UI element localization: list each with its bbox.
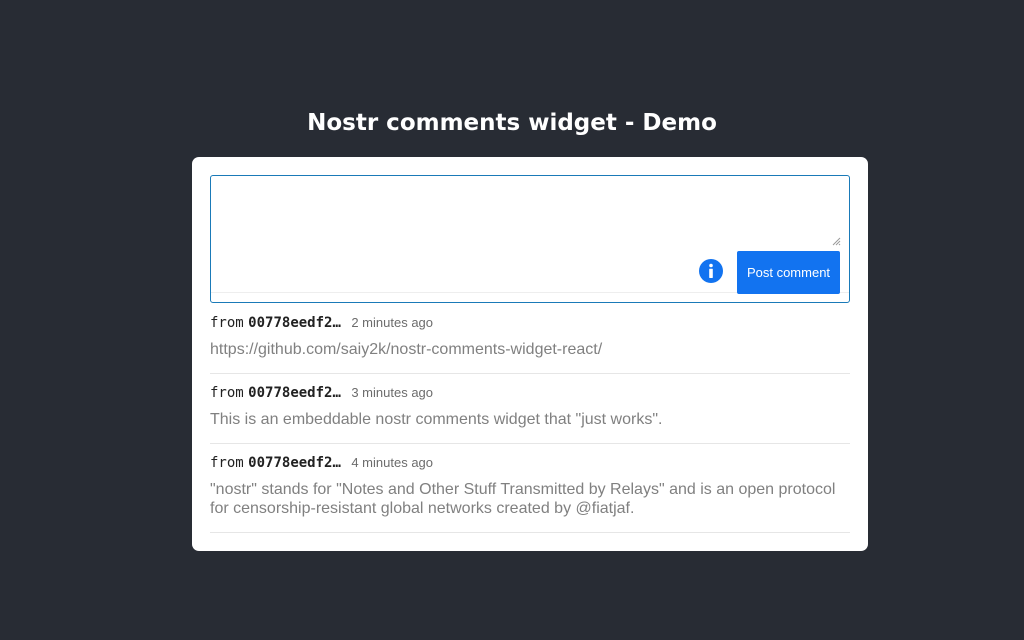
- comment-author[interactable]: 00778eedf2…: [248, 315, 341, 331]
- resize-handle-icon[interactable]: [831, 236, 841, 246]
- comment-composer: Post comment: [210, 175, 850, 303]
- comment-item: from 00778eedf2… 3 minutes ago This is a…: [210, 374, 850, 444]
- comment-timestamp: 3 minutes ago: [351, 385, 434, 400]
- comment-author[interactable]: 00778eedf2…: [248, 455, 341, 471]
- from-label: from: [210, 455, 244, 471]
- from-label: from: [210, 385, 244, 401]
- comment-meta: from 00778eedf2… 3 minutes ago: [210, 384, 433, 404]
- comment-author[interactable]: 00778eedf2…: [248, 385, 341, 401]
- comment-input[interactable]: [211, 176, 849, 248]
- comment-item: from 00778eedf2… 2 minutes ago https://g…: [210, 304, 850, 374]
- page-title: Nostr comments widget - Demo: [307, 110, 717, 136]
- info-circle-icon[interactable]: [699, 259, 723, 283]
- comments-widget-card: Post comment from 00778eedf2… 2 minutes …: [192, 157, 868, 551]
- comment-list: from 00778eedf2… 2 minutes ago https://g…: [210, 304, 850, 533]
- comment-timestamp: 4 minutes ago: [351, 455, 434, 470]
- from-label: from: [210, 315, 244, 331]
- comment-timestamp: 2 minutes ago: [351, 315, 434, 330]
- comment-body: "nostr" stands for "Notes and Other Stuf…: [210, 481, 836, 517]
- comment-body: https://github.com/saiy2k/nostr-comments…: [210, 341, 603, 358]
- comment-meta: from 00778eedf2… 2 minutes ago: [210, 314, 433, 334]
- post-comment-button[interactable]: Post comment: [737, 251, 840, 294]
- comment-item: from 00778eedf2… 4 minutes ago "nostr" s…: [210, 444, 850, 533]
- comment-meta: from 00778eedf2… 4 minutes ago: [210, 454, 433, 474]
- comment-body: This is an embeddable nostr comments wid…: [210, 411, 663, 428]
